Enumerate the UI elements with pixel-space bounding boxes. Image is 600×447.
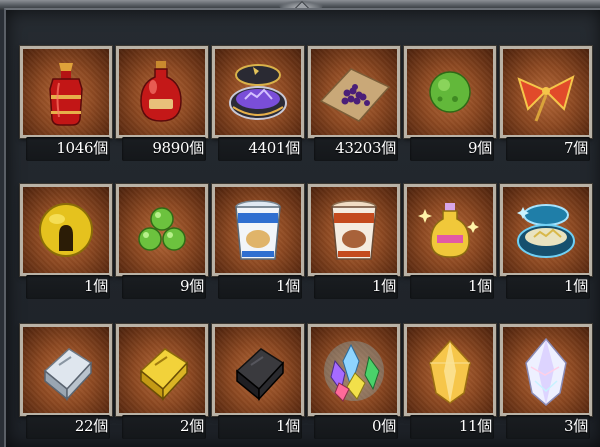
rainbow-crystal-cluster-icon	[324, 341, 384, 402]
item-count: 2個	[180, 417, 204, 435]
amber-crystal-icon	[429, 339, 471, 404]
green-dango-balls-icon	[138, 207, 186, 251]
item-count: 22個	[74, 417, 108, 435]
item-count: 4401個	[248, 139, 300, 157]
item-card[interactable]	[212, 46, 304, 138]
yellow-cheese-wheel-icon	[39, 203, 93, 257]
red-elixir-bottle-icon	[49, 63, 83, 126]
item-card[interactable]	[500, 324, 592, 416]
item-slot-silver-ingot[interactable]: 22個	[20, 324, 112, 439]
item-card[interactable]	[308, 184, 400, 276]
item-card[interactable]	[500, 46, 592, 138]
count-box: 1個	[506, 275, 590, 299]
item-count: 1個	[276, 417, 300, 435]
item-slot-green-moss-ball[interactable]: 9個	[404, 46, 496, 161]
inventory-grid: 1046個 9890個 4401個 43203個 9個 7個 1個 9個 1個 …	[0, 0, 600, 445]
item-slot-red-gold-pinwheel[interactable]: 7個	[500, 46, 592, 161]
item-count: 0個	[372, 417, 396, 435]
count-box: 9個	[410, 137, 494, 161]
item-card[interactable]	[116, 184, 208, 276]
item-card[interactable]	[116, 46, 208, 138]
item-count: 3個	[564, 417, 588, 435]
item-slot-green-dango-balls[interactable]: 9個	[116, 184, 208, 299]
item-slot-yellow-cheese-wheel[interactable]: 1個	[20, 184, 112, 299]
item-slot-amber-crystal[interactable]: 11個	[404, 324, 496, 439]
item-slot-red-potion-flask[interactable]: 9890個	[116, 46, 208, 161]
item-count: 43203個	[335, 139, 396, 157]
purple-crystal-tin-icon	[229, 64, 287, 120]
count-box: 0個	[314, 415, 398, 439]
red-cup-noodle-icon	[331, 200, 377, 260]
item-count: 7個	[564, 139, 588, 157]
count-box: 4401個	[218, 137, 302, 161]
count-box: 1個	[218, 415, 302, 439]
red-gold-pinwheel-icon	[517, 75, 575, 122]
item-card[interactable]	[116, 324, 208, 416]
clear-prism-crystal-icon	[525, 337, 567, 406]
count-box: 2個	[122, 415, 206, 439]
item-slot-red-cup-noodle[interactable]: 1個	[308, 184, 400, 299]
count-box: 1046個	[26, 137, 110, 161]
count-box: 1個	[26, 275, 110, 299]
item-card[interactable]	[404, 46, 496, 138]
item-card[interactable]	[212, 324, 304, 416]
item-card[interactable]	[20, 46, 112, 138]
item-slot-red-elixir-bottle[interactable]: 1046個	[20, 46, 112, 161]
count-box: 3個	[506, 415, 590, 439]
item-card[interactable]	[308, 46, 400, 138]
item-slot-blue-cup-noodle[interactable]: 1個	[212, 184, 304, 299]
item-card[interactable]	[404, 184, 496, 276]
item-count: 1個	[372, 277, 396, 295]
count-box: 22個	[26, 415, 110, 439]
count-box: 9890個	[122, 137, 206, 161]
item-card[interactable]	[20, 184, 112, 276]
item-count: 1個	[276, 277, 300, 295]
item-card[interactable]	[404, 324, 496, 416]
item-count: 1個	[468, 277, 492, 295]
count-box: 11個	[410, 415, 494, 439]
item-count: 9890個	[152, 139, 204, 157]
item-count: 9個	[468, 139, 492, 157]
count-box: 1個	[410, 275, 494, 299]
item-card[interactable]	[500, 184, 592, 276]
count-box: 43203個	[314, 137, 398, 161]
item-slot-sparkle-potion-bottle[interactable]: 1個	[404, 184, 496, 299]
item-count: 11個	[458, 417, 492, 435]
item-count: 1個	[84, 277, 108, 295]
item-count: 1046個	[56, 139, 108, 157]
item-slot-clear-prism-crystal[interactable]: 3個	[500, 324, 592, 439]
item-card[interactable]	[308, 324, 400, 416]
count-box: 7個	[506, 137, 590, 161]
item-slot-rainbow-crystal-cluster[interactable]: 0個	[308, 324, 400, 439]
count-box: 1個	[218, 275, 302, 299]
blue-cup-noodle-icon	[235, 200, 281, 260]
item-slot-purple-berries-on-cloth[interactable]: 43203個	[308, 46, 400, 161]
item-slot-purple-crystal-tin[interactable]: 4401個	[212, 46, 304, 161]
item-slot-gold-ingot[interactable]: 2個	[116, 324, 208, 439]
gold-ingot-icon	[139, 348, 189, 401]
item-count: 9個	[180, 277, 204, 295]
black-ingot-icon	[235, 348, 285, 401]
count-box: 1個	[314, 275, 398, 299]
sparkle-potion-bottle-icon	[418, 203, 479, 258]
item-card[interactable]	[20, 324, 112, 416]
blue-crystal-tin-icon	[517, 204, 575, 258]
item-slot-blue-crystal-tin[interactable]: 1個	[500, 184, 592, 299]
item-card[interactable]	[212, 184, 304, 276]
red-potion-flask-icon	[140, 61, 182, 122]
count-box: 9個	[122, 275, 206, 299]
item-slot-black-ingot[interactable]: 1個	[212, 324, 304, 439]
silver-ingot-icon	[43, 348, 93, 401]
green-moss-ball-icon	[429, 71, 471, 113]
item-count: 1個	[564, 277, 588, 295]
purple-berries-on-cloth-icon	[319, 68, 391, 122]
